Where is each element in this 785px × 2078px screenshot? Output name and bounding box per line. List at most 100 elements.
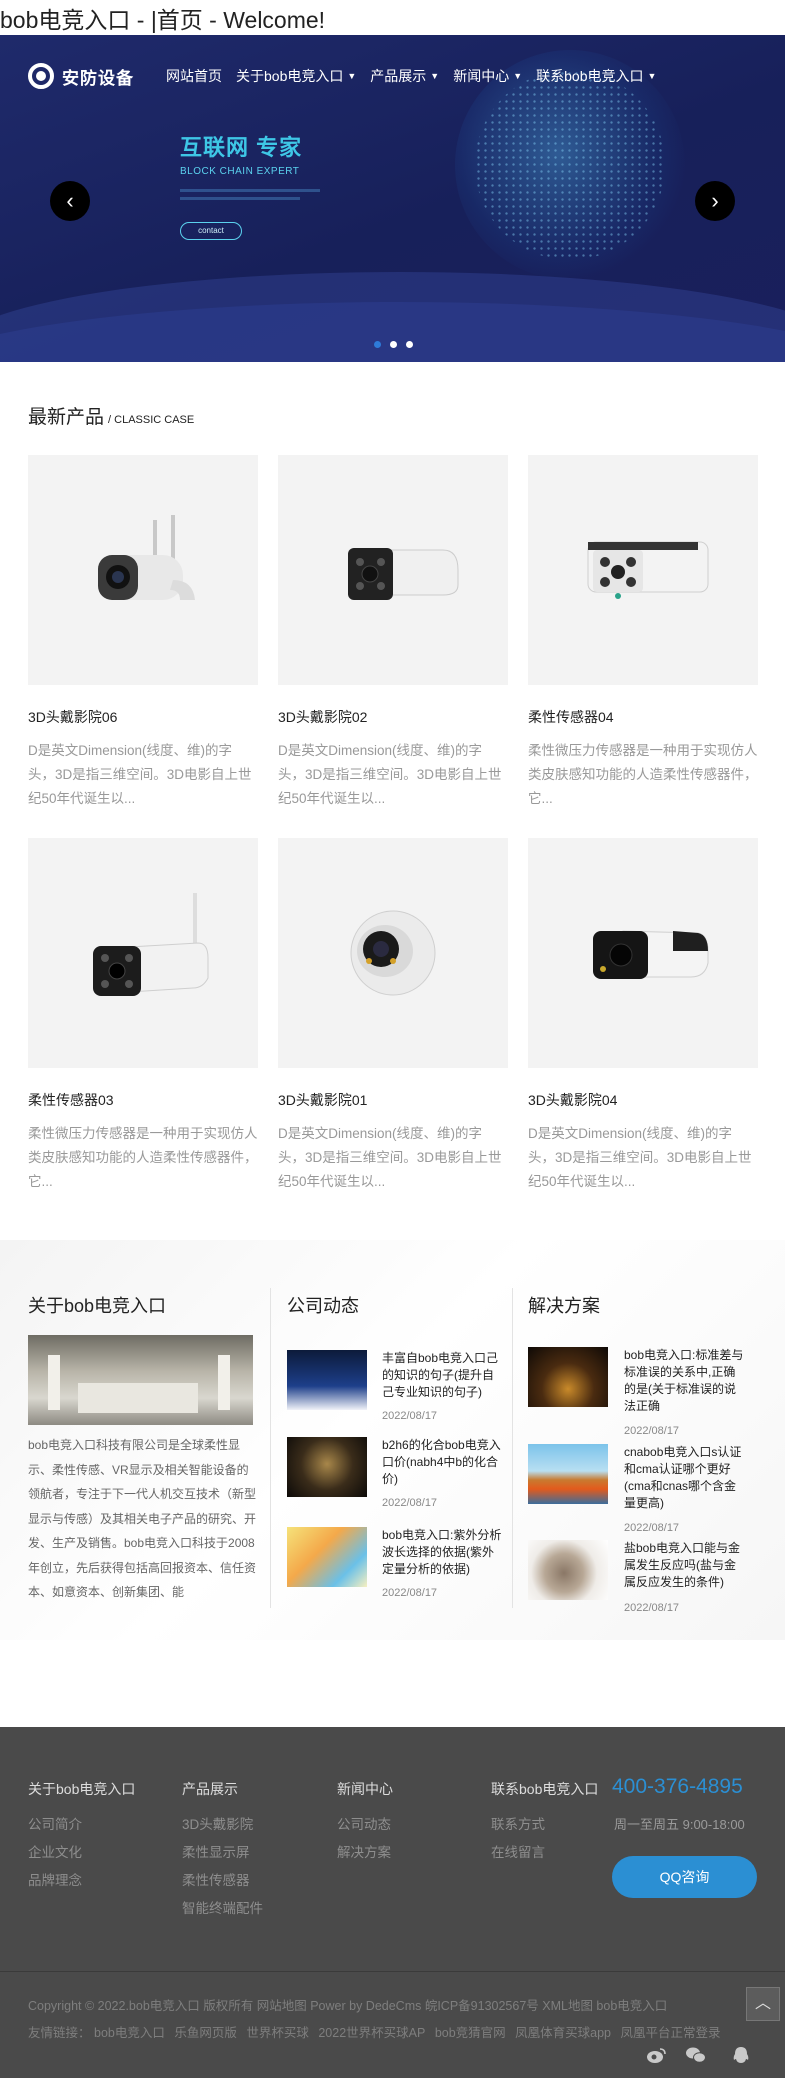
solution-title[interactable]: bob电竞入口:标准差与标准误的关系中,正确的是(关于标准误的说法正确 — [624, 1347, 744, 1415]
news-thumbnail[interactable] — [287, 1437, 367, 1497]
product-image[interactable] — [278, 455, 508, 685]
slide-dot[interactable] — [390, 341, 397, 348]
footer-link[interactable]: 企业文化 — [28, 1839, 135, 1867]
back-to-top-button[interactable]: ︿ — [746, 1987, 780, 2021]
products-heading: 最新产品 / CLASSIC CASE — [28, 402, 194, 429]
product-card[interactable]: 3D头戴影院04 D是英文Dimension(线度、维)的字头，3D是指三维空间… — [528, 838, 758, 1194]
footer-column-title[interactable]: 产品展示 — [182, 1779, 263, 1799]
solution-thumbnail[interactable] — [528, 1444, 608, 1504]
news-title[interactable]: 丰富自bob电竞入口己的知识的句子(提升自己专业知识的句子) — [382, 1350, 502, 1401]
banner-text-line — [180, 197, 300, 200]
logo-text: 安防设备 — [62, 68, 134, 89]
company-news-title[interactable]: 公司动态 — [287, 1292, 359, 1318]
product-image[interactable] — [528, 838, 758, 1068]
caret-down-icon: ▼ — [513, 71, 523, 81]
product-card[interactable]: 3D头戴影院02 D是英文Dimension(线度、维)的字头，3D是指三维空间… — [278, 455, 508, 811]
friend-link[interactable]: bob竞猜官网 — [435, 2026, 506, 2040]
product-card[interactable]: 3D头戴影院01 D是英文Dimension(线度、维)的字头，3D是指三维空间… — [278, 838, 508, 1194]
footer-link[interactable]: 柔性传感器 — [182, 1867, 263, 1895]
footer-link[interactable]: 公司简介 — [28, 1811, 135, 1839]
product-description: D是英文Dimension(线度、维)的字头，3D是指三维空间。3D电影自上世纪… — [28, 743, 252, 806]
footer-divider — [0, 1971, 785, 1972]
weibo-icon[interactable] — [645, 2046, 667, 2064]
news-thumbnail[interactable] — [287, 1527, 367, 1587]
nav-item-products[interactable]: 产品展示 ▼ — [370, 66, 439, 86]
logo[interactable]: 安防设备 — [28, 63, 134, 89]
chevron-left-icon: ‹ — [66, 188, 74, 213]
solution-date: 2022/08/17 — [624, 1602, 680, 1614]
product-card[interactable]: 柔性传感器03 柔性微压力传感器是一种用于实现仿人类皮肤感知功能的人造柔性传感器… — [28, 838, 258, 1194]
about-title[interactable]: 关于bob电竞入口 — [28, 1292, 166, 1318]
news-title[interactable]: b2h6的化合bob电竞入口价(nabh4中b的化合价) — [382, 1437, 502, 1488]
solution-title[interactable]: 盐bob电竞入口能与金属发生反应吗(盐与金属反应发生的条件) — [624, 1540, 744, 1591]
footer-link[interactable]: 公司动态 — [337, 1811, 393, 1839]
product-image[interactable] — [28, 455, 258, 685]
product-description: D是英文Dimension(线度、维)的字头，3D是指三维空间。3D电影自上世纪… — [528, 1126, 752, 1189]
footer-link[interactable]: 智能终端配件 — [182, 1895, 263, 1923]
security-camera-icon — [93, 893, 209, 996]
product-image[interactable] — [28, 838, 258, 1068]
product-description: 柔性微压力传感器是一种用于实现仿人类皮肤感知功能的人造柔性传感器件，它... — [528, 743, 758, 806]
news-date: 2022/08/17 — [382, 1410, 438, 1422]
product-image[interactable] — [278, 838, 508, 1068]
caret-down-icon: ▼ — [430, 71, 440, 81]
product-card[interactable]: 3D头戴影院06 D是英文Dimension(线度、维)的字头，3D是指三维空间… — [28, 455, 258, 811]
nav-item-contact[interactable]: 联系bob电竞入口 ▼ — [536, 66, 656, 86]
friend-link[interactable]: 凤凰平台正常登录 — [621, 2026, 721, 2040]
nav-item-home[interactable]: 网站首页 — [166, 66, 222, 86]
footer-link[interactable]: 品牌理念 — [28, 1867, 135, 1895]
footer-link[interactable]: 3D头戴影院 — [182, 1811, 263, 1839]
solution-thumbnail[interactable] — [528, 1540, 608, 1600]
news-title[interactable]: bob电竞入口:紫外分析波长选择的依据(紫外定量分析的依据) — [382, 1527, 502, 1578]
about-office-image[interactable] — [28, 1335, 253, 1425]
footer-link[interactable]: 解决方案 — [337, 1839, 393, 1867]
friend-link[interactable]: 凤凰体育买球app — [515, 2026, 611, 2040]
product-name[interactable]: 3D头戴影院02 — [278, 707, 508, 727]
footer-link[interactable]: 柔性显示屏 — [182, 1839, 263, 1867]
news-date: 2022/08/17 — [382, 1497, 438, 1509]
security-camera-icon — [98, 515, 195, 600]
nav-item-news[interactable]: 新闻中心 ▼ — [453, 66, 522, 86]
footer-column-title[interactable]: 关于bob电竞入口 — [28, 1779, 135, 1799]
product-description: 柔性微压力传感器是一种用于实现仿人类皮肤感知功能的人造柔性传感器件，它... — [28, 1126, 258, 1189]
product-name[interactable]: 3D头戴影院06 — [28, 707, 258, 727]
column-divider — [512, 1288, 513, 1608]
qq-icon[interactable] — [730, 2046, 752, 2064]
friend-link[interactable]: 2022世界杯买球AP — [318, 2026, 425, 2040]
dome-camera-icon — [350, 910, 436, 996]
wechat-icon[interactable] — [685, 2046, 707, 2064]
news-thumbnail[interactable] — [287, 1350, 367, 1410]
product-name[interactable]: 柔性传感器04 — [528, 707, 758, 727]
slide-indicators — [374, 341, 413, 348]
product-name[interactable]: 3D头戴影院04 — [528, 1090, 758, 1110]
next-slide-button[interactable]: › — [695, 181, 735, 221]
solutions-title[interactable]: 解决方案 — [528, 1292, 600, 1318]
product-image[interactable] — [528, 455, 758, 685]
banner-contact-button[interactable]: contact — [180, 222, 242, 240]
prev-slide-button[interactable]: ‹ — [50, 181, 90, 221]
friend-link[interactable]: bob电竞入口 — [94, 2026, 165, 2040]
footer-link[interactable]: 联系方式 — [491, 1811, 598, 1839]
footer-column-title[interactable]: 新闻中心 — [337, 1779, 393, 1799]
solution-thumbnail[interactable] — [528, 1347, 608, 1407]
slide-dot[interactable] — [406, 341, 413, 348]
slide-dot[interactable] — [374, 341, 381, 348]
friend-link[interactable]: 乐鱼网页版 — [174, 2026, 237, 2040]
product-name[interactable]: 柔性传感器03 — [28, 1090, 258, 1110]
office-pillar — [48, 1355, 60, 1410]
friend-link[interactable]: 世界杯买球 — [246, 2026, 309, 2040]
product-description: D是英文Dimension(线度、维)的字头，3D是指三维空间。3D电影自上世纪… — [278, 743, 502, 806]
solution-title[interactable]: cnabob电竞入口s认证和cma认证哪个更好(cma和cnas哪个含金量更高) — [624, 1444, 744, 1512]
product-card[interactable]: 柔性传感器04 柔性微压力传感器是一种用于实现仿人类皮肤感知功能的人造柔性传感器… — [528, 455, 758, 811]
qq-consult-button[interactable]: QQ咨询 — [612, 1856, 757, 1898]
nav-item-about[interactable]: 关于bob电竞入口 ▼ — [236, 66, 356, 86]
footer-link[interactable]: 在线留言 — [491, 1839, 598, 1867]
footer-column-title[interactable]: 联系bob电竞入口 — [491, 1779, 598, 1799]
nav-label: 产品展示 — [370, 68, 427, 84]
products-title: 最新产品 — [28, 407, 105, 428]
banner-headline: 互联网 专家 — [180, 135, 303, 160]
products-subtitle: / CLASSIC CASE — [108, 414, 195, 426]
banner-subheadline: BLOCK CHAIN EXPERT — [180, 166, 300, 177]
product-name[interactable]: 3D头戴影院01 — [278, 1090, 508, 1110]
caret-down-icon: ▼ — [347, 71, 357, 81]
